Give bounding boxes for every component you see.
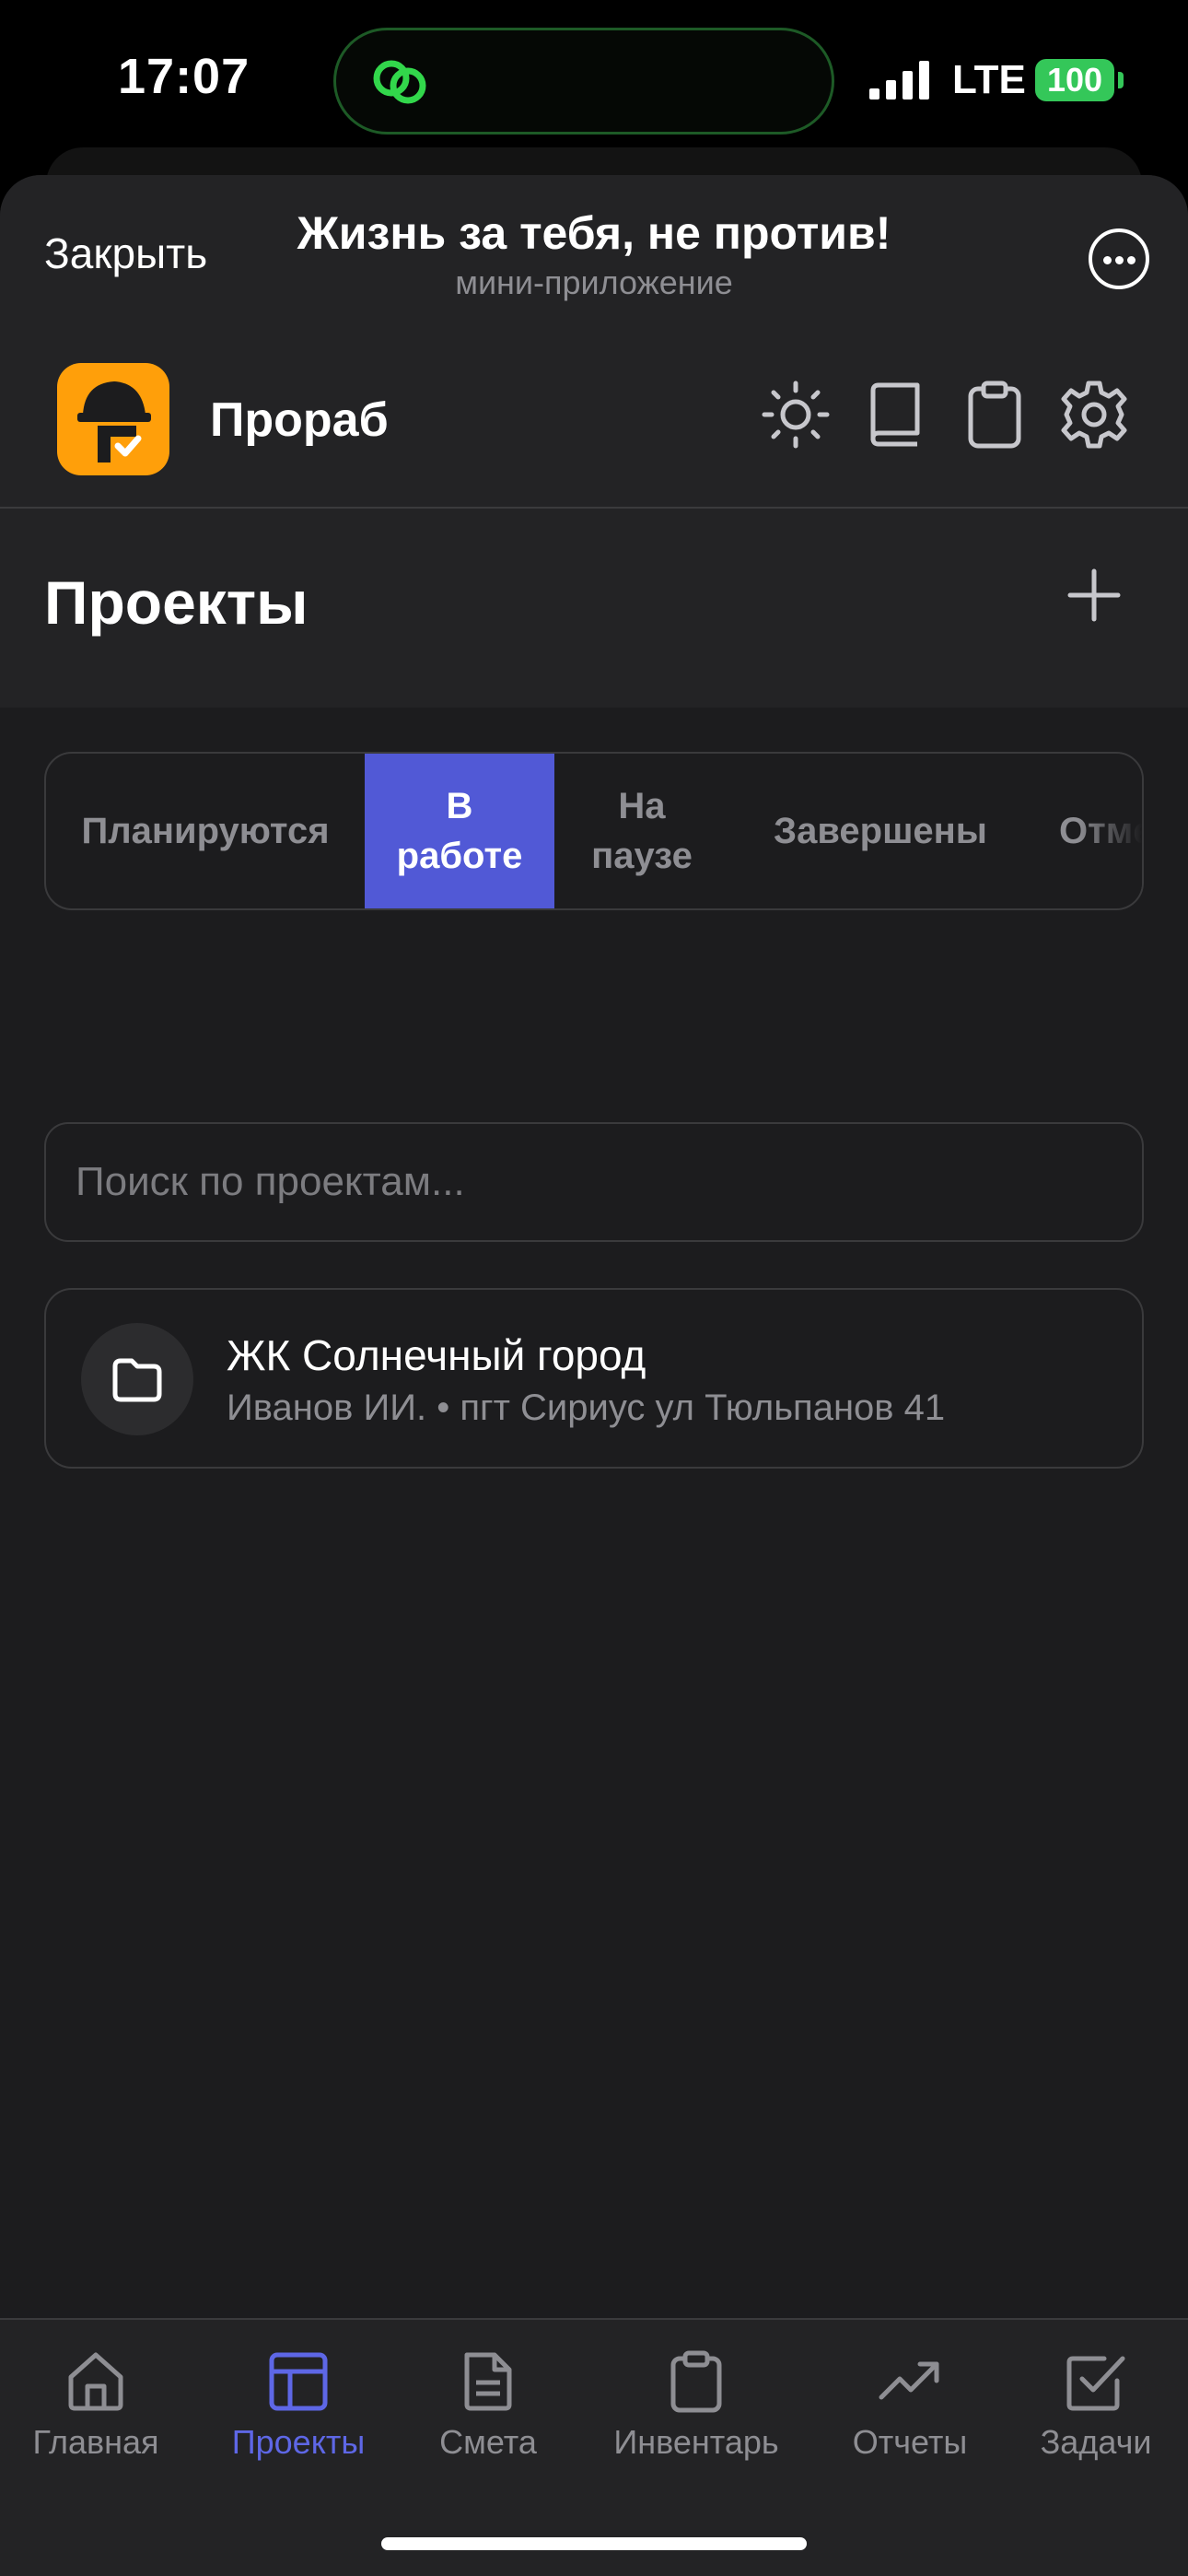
- app-name: Прораб: [210, 393, 389, 447]
- book-icon[interactable]: [858, 378, 932, 451]
- mini-app-header: Закрыть Жизнь за тебя, не против! мини-п…: [0, 175, 1188, 332]
- tab-completed[interactable]: Завершены: [729, 754, 1031, 908]
- nav-home-label: Главная: [32, 2423, 159, 2461]
- status-tabs: Планируются В работе На паузе Завершены …: [44, 752, 1144, 910]
- status-time: 17:07: [118, 49, 250, 104]
- checkbox-icon: [1066, 2356, 1125, 2411]
- more-icon[interactable]: [1089, 228, 1149, 289]
- clipboard-icon[interactable]: [958, 378, 1031, 451]
- page-title-bar: Проекты: [0, 509, 1188, 708]
- tabs-scroll-fade: [1077, 754, 1142, 908]
- link-rings-icon: [373, 60, 426, 104]
- nav-tasks[interactable]: Задачи: [1004, 2320, 1188, 2504]
- nav-projects-label: Проекты: [231, 2423, 366, 2461]
- status-bar: 17:07 LTE 100: [0, 0, 1188, 157]
- tab-planned[interactable]: Планируются: [46, 754, 365, 908]
- hard-hat-logo-icon: [77, 381, 151, 463]
- home-indicator[interactable]: [381, 2537, 807, 2550]
- home-icon: [68, 2352, 123, 2411]
- signal-icon: [869, 61, 929, 100]
- projects-icon: [269, 2352, 328, 2411]
- tab-paused[interactable]: На паузе: [554, 754, 729, 908]
- plus-icon[interactable]: [1061, 562, 1127, 628]
- nav-tasks-label: Задачи: [1040, 2423, 1152, 2461]
- sun-icon[interactable]: [759, 378, 833, 451]
- nav-inventory-label: Инвентарь: [613, 2423, 779, 2461]
- network-type: LTE: [952, 57, 1026, 102]
- app-logo: [57, 363, 169, 475]
- dynamic-island: [333, 28, 834, 135]
- nav-inventory[interactable]: Инвентарь: [604, 2320, 788, 2504]
- document-icon: [464, 2352, 512, 2411]
- battery-level: 100: [1035, 59, 1114, 101]
- nav-projects[interactable]: Проекты: [206, 2320, 390, 2504]
- project-title: ЖК Солнечный город: [227, 1331, 646, 1379]
- mini-app-title: Жизнь за тебя, не против!: [297, 207, 891, 259]
- nav-estimate[interactable]: Смета: [396, 2320, 580, 2504]
- nav-reports[interactable]: Отчеты: [818, 2320, 1002, 2504]
- project-icon-circle: [81, 1323, 193, 1435]
- phone-screen: 17:07 LTE 100 Закрыть Жизнь за тебя, не …: [0, 0, 1188, 2576]
- nav-reports-label: Отчеты: [852, 2423, 968, 2461]
- nav-home[interactable]: Главная: [4, 2320, 188, 2504]
- trend-icon: [879, 2361, 939, 2400]
- tab-in-progress[interactable]: В работе: [365, 754, 554, 908]
- project-meta: Иванов ИИ. • пгт Сириус ул Тюльпанов 41: [227, 1388, 946, 1428]
- gear-icon[interactable]: [1057, 378, 1131, 451]
- search-input[interactable]: [44, 1122, 1144, 1242]
- app-header: Прораб: [0, 332, 1188, 509]
- clipboard-icon: [670, 2350, 722, 2413]
- mini-app-sheet: Закрыть Жизнь за тебя, не против! мини-п…: [0, 175, 1188, 2576]
- mini-app-subtitle: мини-приложение: [455, 263, 733, 301]
- nav-estimate-label: Смета: [439, 2423, 537, 2461]
- folder-icon: [112, 1358, 162, 1402]
- page-title: Проекты: [44, 568, 309, 637]
- battery-tip: [1118, 72, 1124, 88]
- project-card[interactable]: ЖК Солнечный город Иванов ИИ. • пгт Сири…: [44, 1288, 1144, 1469]
